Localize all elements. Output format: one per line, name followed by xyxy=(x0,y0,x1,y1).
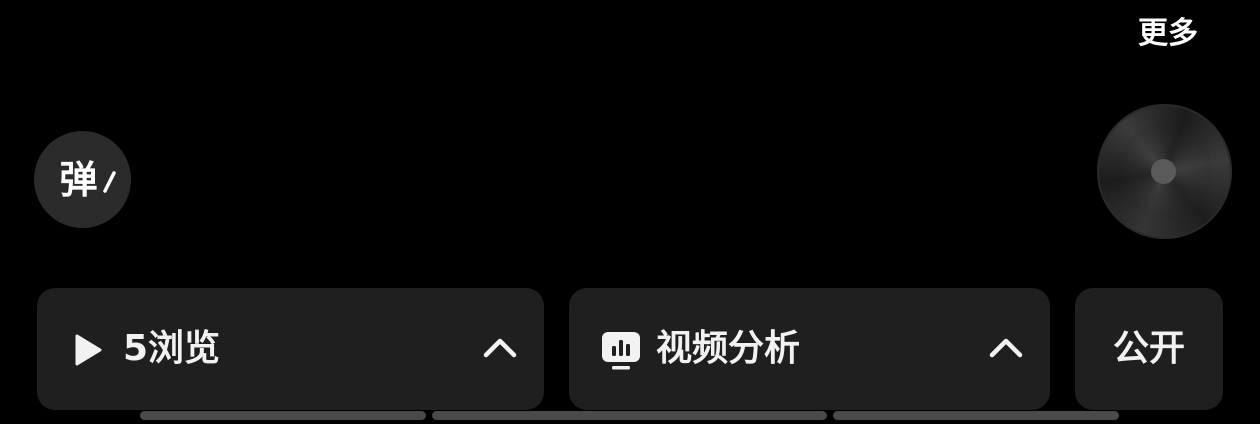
video-analysis-label: 视频分析 xyxy=(656,328,801,369)
disc-icon xyxy=(1151,159,1176,184)
music-disc-button[interactable] xyxy=(1097,104,1232,239)
chevron-up-icon xyxy=(483,338,517,358)
chevron-up-icon xyxy=(989,338,1023,358)
visibility-public-button[interactable]: 公开 xyxy=(1075,288,1223,410)
scroll-indicator-segment xyxy=(432,411,827,420)
visibility-label: 公开 xyxy=(1112,328,1185,369)
scroll-indicator-segment xyxy=(140,411,426,420)
pen-icon xyxy=(103,171,116,193)
more-button[interactable]: 更多 xyxy=(1132,14,1204,54)
bar-chart-icon xyxy=(602,332,640,370)
danmaku-glyph: 弹 xyxy=(59,157,98,202)
video-analysis-card[interactable]: 视频分析 xyxy=(569,288,1050,410)
danmaku-button[interactable]: 弹 xyxy=(34,131,131,228)
views-label: 5浏览 xyxy=(123,328,221,369)
scroll-indicator-segment xyxy=(833,411,1119,420)
views-card[interactable]: 5浏览 xyxy=(37,288,544,410)
play-icon xyxy=(75,334,102,366)
